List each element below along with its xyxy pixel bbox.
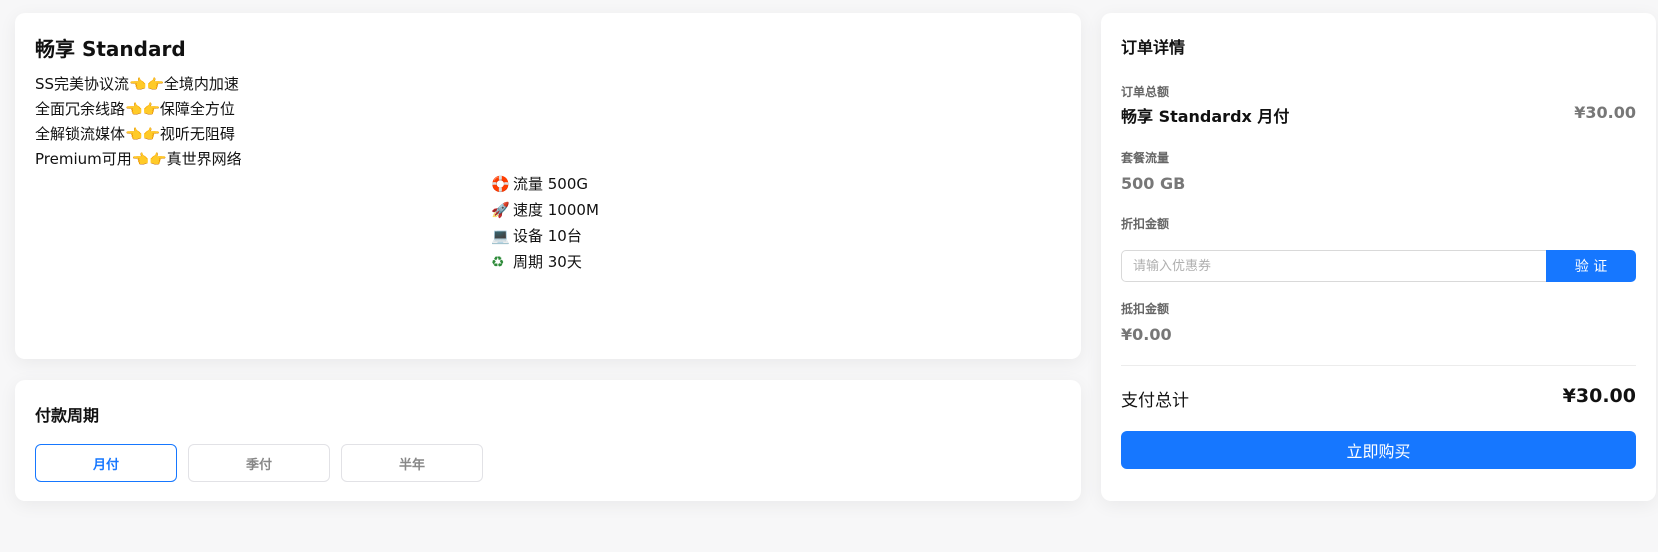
feature-line: Premium可用👈👉真世界网络	[35, 150, 242, 168]
discount-label: 折扣金额	[1121, 217, 1170, 231]
laptop-icon: 💻	[491, 227, 510, 245]
order-item-name: 畅享 Standardx 月付	[1121, 107, 1290, 126]
spec-period: ♻ 周期 30天	[491, 249, 599, 275]
traffic-value: 500 GB	[1121, 174, 1186, 193]
plan-specs: 🛟 流量 500G 🚀 速度 1000M 💻 设备 10台 ♻ 周期 30天	[491, 171, 599, 275]
coupon-input[interactable]	[1121, 250, 1547, 282]
buy-now-button[interactable]: 立即购买	[1121, 431, 1636, 469]
plan-title: 畅享 Standard	[35, 37, 186, 61]
hand-left-icon: 👈	[131, 152, 150, 168]
period-title: 付款周期	[35, 406, 100, 425]
traffic-label: 套餐流量	[1121, 151, 1170, 165]
feature-line: 全解锁流媒体👈👉视听无阻碍	[35, 125, 235, 143]
hand-left-icon: 👈	[129, 77, 147, 93]
hand-right-icon: 👉	[142, 127, 160, 143]
payment-period-card: 付款周期 月付 季付 半年	[15, 380, 1081, 501]
feature-line: 全面冗余线路👈👉保障全方位	[35, 100, 235, 118]
pay-total-label: 支付总计	[1121, 391, 1189, 411]
order-total-label: 订单总额	[1121, 85, 1170, 99]
period-option-quarterly[interactable]: 季付	[188, 444, 330, 482]
verify-button[interactable]: 验 证	[1546, 250, 1636, 282]
period-option-half-year[interactable]: 半年	[341, 444, 483, 482]
rocket-icon: 🚀	[491, 201, 510, 219]
order-details-card: 订单详情 订单总额 畅享 Standardx 月付 ¥30.00 套餐流量 50…	[1101, 13, 1656, 501]
hand-right-icon: 👉	[149, 152, 167, 168]
divider	[1121, 365, 1636, 366]
lifebuoy-icon: 🛟	[491, 175, 510, 193]
recycle-icon: ♻	[491, 253, 505, 271]
hand-left-icon: 👈	[125, 102, 143, 118]
spec-traffic: 🛟 流量 500G	[491, 171, 599, 197]
feature-line: SS完美协议流👈👉全境内加速	[35, 75, 239, 93]
order-item-price: ¥30.00	[1574, 103, 1636, 122]
spec-speed: 🚀 速度 1000M	[491, 197, 599, 223]
deduction-label: 抵扣金额	[1121, 302, 1170, 316]
deduction-value: ¥0.00	[1121, 325, 1172, 344]
hand-right-icon: 👉	[146, 77, 164, 93]
pay-total-value: ¥30.00	[1562, 385, 1636, 407]
hand-left-icon: 👈	[125, 127, 143, 143]
spec-devices: 💻 设备 10台	[491, 223, 599, 249]
order-title: 订单详情	[1121, 38, 1186, 57]
period-option-monthly[interactable]: 月付	[35, 444, 177, 482]
hand-right-icon: 👉	[142, 102, 160, 118]
plan-card: 畅享 Standard SS完美协议流👈👉全境内加速 全面冗余线路👈👉保障全方位…	[15, 13, 1081, 359]
plan-features: SS完美协议流👈👉全境内加速 全面冗余线路👈👉保障全方位 全解锁流媒体👈👉视听无…	[35, 72, 242, 172]
